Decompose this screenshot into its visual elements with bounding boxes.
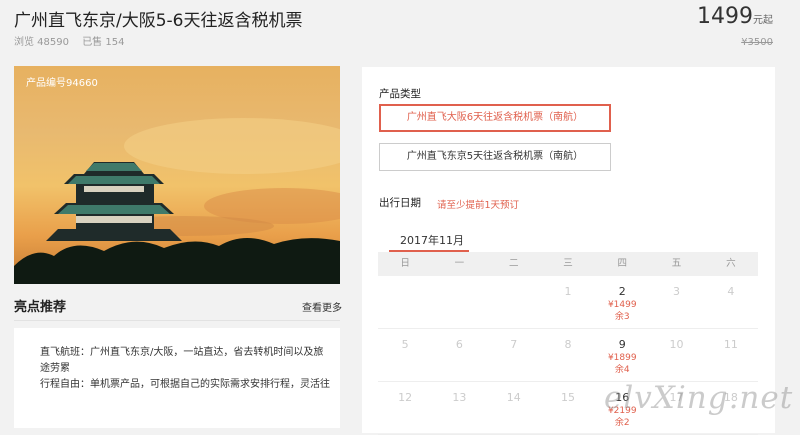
product-code: 产品编号94660 [26, 78, 98, 89]
highlight-line: 途劳累 [40, 363, 70, 374]
highlights-title: 亮点推荐 [14, 300, 67, 315]
price-block: 1499元起 ¥3500 [697, 4, 773, 48]
day-number: 8 [564, 338, 572, 351]
price-unit: 元起 [753, 15, 773, 26]
calendar-day [378, 276, 432, 328]
day-number: 9 [618, 338, 626, 351]
weekday: 五 [671, 258, 682, 269]
day-number: 14 [506, 391, 521, 404]
day-number: 10 [669, 338, 684, 351]
weekday: 二 [508, 258, 519, 269]
product-type-label: 产品类型 [379, 88, 421, 100]
day-stock: 余2 [614, 418, 630, 428]
day-number: 1 [564, 285, 572, 298]
day-stock: 余3 [614, 312, 630, 322]
calendar-week-row: 5 6 7 8 9 ¥1899 余4 10 11 [378, 329, 758, 382]
calendar-day [487, 276, 541, 328]
day-stock: 余4 [614, 365, 630, 375]
day-price: ¥1499 [607, 300, 637, 310]
calendar-day: 14 [487, 382, 541, 434]
calendar-week-row: 1 2 ¥1499 余3 3 4 [378, 276, 758, 329]
day-number: 7 [510, 338, 518, 351]
booking-note: 请至少提前1天预订 [437, 200, 520, 211]
divider [14, 320, 340, 321]
product-photo: 产品编号94660 [14, 66, 340, 284]
weekday: 三 [563, 258, 573, 269]
current-price: 1499 [697, 4, 753, 29]
calendar-day: 11 [704, 329, 758, 381]
calendar-day-available[interactable]: 2 ¥1499 余3 [595, 276, 649, 328]
day-number: 3 [673, 285, 681, 298]
calendar-day: 13 [432, 382, 486, 434]
highlight-line: 直飞航班：广州直飞东京/大阪，一站直达，省去转机时间以及旅 [40, 347, 324, 358]
calendar-day: 4 [704, 276, 758, 328]
calendar-day: 10 [649, 329, 703, 381]
day-number: 12 [398, 391, 413, 404]
day-number: 6 [455, 338, 463, 351]
day-number: 13 [452, 391, 467, 404]
calendar-day: 12 [378, 382, 432, 434]
calendar-weekday-header: 日 一 二 三 四 五 六 [378, 252, 758, 276]
month-tab[interactable]: 2017年11月 [400, 232, 464, 248]
original-price: ¥3500 [741, 37, 773, 48]
weekday: 一 [454, 258, 465, 269]
highlights-text: 直飞航班：广州直飞东京/大阪，一站直达，省去转机时间以及旅 途劳累 行程自由：单… [40, 345, 330, 393]
calendar-day: 3 [649, 276, 703, 328]
product-title: 广州直飞东京/大阪5-6天往返含税机票 [14, 11, 303, 31]
day-number: 15 [560, 391, 575, 404]
product-option-tokyo[interactable]: 广州直飞东京5天往返含税机票（南航） [379, 143, 611, 171]
calendar-day: 15 [541, 382, 595, 434]
calendar-day: 8 [541, 329, 595, 381]
travel-date-label: 出行日期 [379, 197, 421, 209]
weekday: 日 [400, 258, 410, 269]
osaka-castle-image [14, 118, 340, 284]
view-count: 浏览 48590 [14, 37, 69, 48]
day-number: 4 [727, 285, 735, 298]
calendar-day: 7 [487, 329, 541, 381]
booking-panel: 产品类型 广州直飞大阪6天往返含税机票（南航） 广州直飞东京5天往返含税机票（南… [362, 67, 775, 435]
weekday: 六 [726, 258, 736, 269]
day-number: 2 [618, 285, 626, 298]
calendar-day-available[interactable]: 9 ¥1899 余4 [595, 329, 649, 381]
highlights-card: 直飞航班：广州直飞东京/大阪，一站直达，省去转机时间以及旅 途劳累 行程自由：单… [14, 328, 340, 428]
weekday: 四 [617, 258, 628, 269]
calendar-day: 1 [541, 276, 595, 328]
day-number: 5 [401, 338, 409, 351]
day-number: 11 [723, 338, 738, 351]
product-stats: 浏览 48590 已售 154 [14, 33, 134, 48]
highlight-line: 行程自由：单机票产品，可根据自己的实际需求安排行程，灵活往 [40, 379, 330, 390]
calendar-day: 6 [432, 329, 486, 381]
product-option-osaka[interactable]: 广州直飞大阪6天往返含税机票（南航） [379, 104, 611, 132]
see-more-link[interactable]: 查看更多 [302, 299, 342, 314]
calendar-day: 5 [378, 329, 432, 381]
calendar-day [432, 276, 486, 328]
sold-count: 已售 154 [82, 37, 125, 48]
day-price: ¥1899 [607, 353, 637, 363]
watermark: elvXing.net [604, 380, 794, 416]
